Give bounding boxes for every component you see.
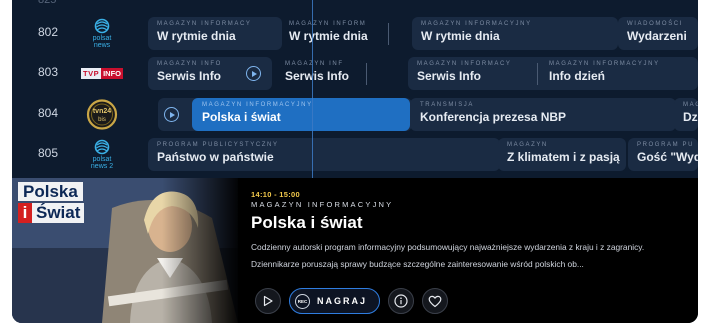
program-cell[interactable]: PROGRAM PUBLICYSTYCZNY Państwo w państwi…: [148, 138, 500, 171]
channel-number: 803: [38, 65, 59, 79]
play-button[interactable]: [255, 288, 281, 314]
play-icon[interactable]: [246, 66, 261, 81]
program-category: MAGAZYN INF: [285, 61, 344, 67]
program-title: Dzi: [683, 110, 698, 124]
program-cell-selected[interactable]: MAGAZYN INFORMACYJNY Polska i świat: [192, 98, 410, 131]
show-logo-text: Świat: [32, 203, 85, 223]
program-cell[interactable]: MAGAZYN INF Serwis Info: [276, 57, 376, 90]
logo-text: TVP: [80, 68, 102, 79]
program-category: MAGAZYN INFORMACYJNY: [421, 21, 532, 27]
info-button[interactable]: [388, 288, 415, 314]
show-logo-text: i: [18, 203, 32, 223]
thumbnail-fade: [162, 178, 238, 323]
channel-number: 805: [38, 146, 59, 160]
show-logo-text: Polska: [18, 182, 83, 201]
show-logo: Polska i Świat: [18, 182, 85, 223]
program-title: Wydarzeni: [627, 29, 687, 43]
program-cell[interactable]: MAGAZYN INFORM W rytmie dnia: [280, 17, 400, 50]
action-bar: REC NAGRAJ: [255, 288, 449, 314]
svg-text:news: news: [94, 42, 111, 49]
program-cell[interactable]: MAGAZYN INFORMACY W rytmie dnia: [148, 17, 282, 50]
program-cell[interactable]: MAGAZYN Z klimatem i z pasją: [498, 138, 626, 171]
svg-text:polsat: polsat: [93, 156, 112, 163]
channel-number: 802: [38, 25, 59, 39]
program-title: W rytmie dnia: [289, 29, 368, 43]
program-title: Polska i świat: [202, 110, 281, 124]
program-detail-panel: Polska i Świat 14:10 - 15:00 MAGAZYN INF…: [12, 178, 698, 323]
heart-icon: [428, 295, 442, 307]
record-button[interactable]: REC NAGRAJ: [289, 288, 381, 314]
program-category: MAGAZYN INFORMACY: [157, 21, 252, 27]
program-time: 14:10 - 15:00: [251, 190, 300, 199]
program-category: WIADOMOŚCI: [627, 21, 683, 27]
program-cell[interactable]: TRANSMISJA Konferencja prezesa NBP: [410, 98, 676, 131]
program-title: Serwis Info: [285, 69, 350, 83]
tvp-info-logo[interactable]: TVP INFO: [80, 57, 124, 90]
program-title: Polska i świat: [251, 213, 363, 232]
program-cell[interactable]: WIADOMOŚCI Wydarzeni: [618, 17, 698, 50]
cell-divider: [537, 63, 538, 85]
program-thumbnail: Polska i Świat: [12, 178, 238, 323]
program-category: PROGRAM PU: [637, 142, 695, 148]
program-title: Państwo w państwie: [157, 150, 274, 164]
program-title: Konferencja prezesa NBP: [420, 110, 567, 124]
program-category: MAG: [683, 102, 698, 108]
program-category: PROGRAM PUBLICYSTYCZNY: [157, 142, 279, 148]
epg-grid: 825 802 polsat news MAGAZYN INFORMACY W …: [12, 0, 698, 178]
program-info: 14:10 - 15:00 MAGAZYN INFORMACYJNY Polsk…: [251, 190, 691, 273]
cell-divider: [388, 23, 389, 45]
logo-text: INFO: [101, 68, 123, 79]
program-cell[interactable]: MAG Dzi: [674, 98, 698, 131]
polsat-news-2-logo[interactable]: polsat news 2: [80, 138, 124, 171]
epg-row-804: 804 tvn24 bis MAGAZYN INFORMACYJNY Polsk…: [12, 96, 698, 133]
epg-row-802: 802 polsat news MAGAZYN INFORMACY W rytm…: [12, 15, 698, 52]
program-title: Info dzień: [549, 69, 605, 83]
channel-number: 825: [38, 0, 57, 6]
epg-row-partial: 825: [12, 0, 698, 12]
program-title: W rytmie dnia: [421, 29, 500, 43]
svg-text:bis: bis: [98, 117, 106, 123]
program-cell[interactable]: PROGRAM PU Gość "Wyda: [628, 138, 698, 171]
tvn24-bis-logo[interactable]: tvn24 bis: [80, 98, 124, 131]
svg-text:polsat: polsat: [93, 35, 112, 42]
program-category: MAGAZYN INFORMACYJNY: [549, 61, 660, 67]
channel-number: 804: [38, 106, 59, 120]
favorite-button[interactable]: [422, 288, 449, 314]
epg-row-805: 805 polsat news 2 PROGRAM PUBLICYSTYCZNY…: [12, 136, 698, 173]
program-cell[interactable]: MAGAZYN INFORMACYJNY W rytmie dnia: [412, 17, 618, 50]
program-title: Z klimatem i z pasją: [507, 150, 620, 164]
tv-guide-screen: 825 802 polsat news MAGAZYN INFORMACY W …: [12, 0, 698, 323]
program-description: Codzienny autorski program informacyjny …: [251, 242, 645, 269]
svg-text:news 2: news 2: [91, 163, 113, 170]
program-title: Gość "Wyda: [637, 150, 698, 164]
play-icon[interactable]: [164, 107, 179, 122]
program-category: MAGAZYN INFORMACYJNY: [202, 102, 313, 108]
play-icon: [263, 295, 273, 307]
polsat-news-logo[interactable]: polsat news: [80, 17, 124, 50]
record-icon: REC: [295, 293, 310, 309]
program-category: TRANSMISJA: [420, 102, 475, 108]
record-label: NAGRAJ: [317, 296, 368, 306]
current-time-line: [312, 0, 313, 178]
program-category: MAGAZYN: [507, 142, 548, 148]
program-cell[interactable]: MAGAZYN INFORMACYJNY Info dzień: [540, 57, 698, 90]
program-category: MAGAZYN INFORMACYJNY: [251, 200, 394, 209]
epg-row-803: 803 TVP INFO MAGAZYN INFO Serwis Info MA…: [12, 55, 698, 92]
info-icon: [394, 294, 408, 308]
svg-text:tvn24: tvn24: [93, 108, 111, 115]
program-title: W rytmie dnia: [157, 29, 236, 43]
program-category: MAGAZYN INFORM: [289, 21, 367, 27]
cell-divider: [366, 63, 367, 85]
